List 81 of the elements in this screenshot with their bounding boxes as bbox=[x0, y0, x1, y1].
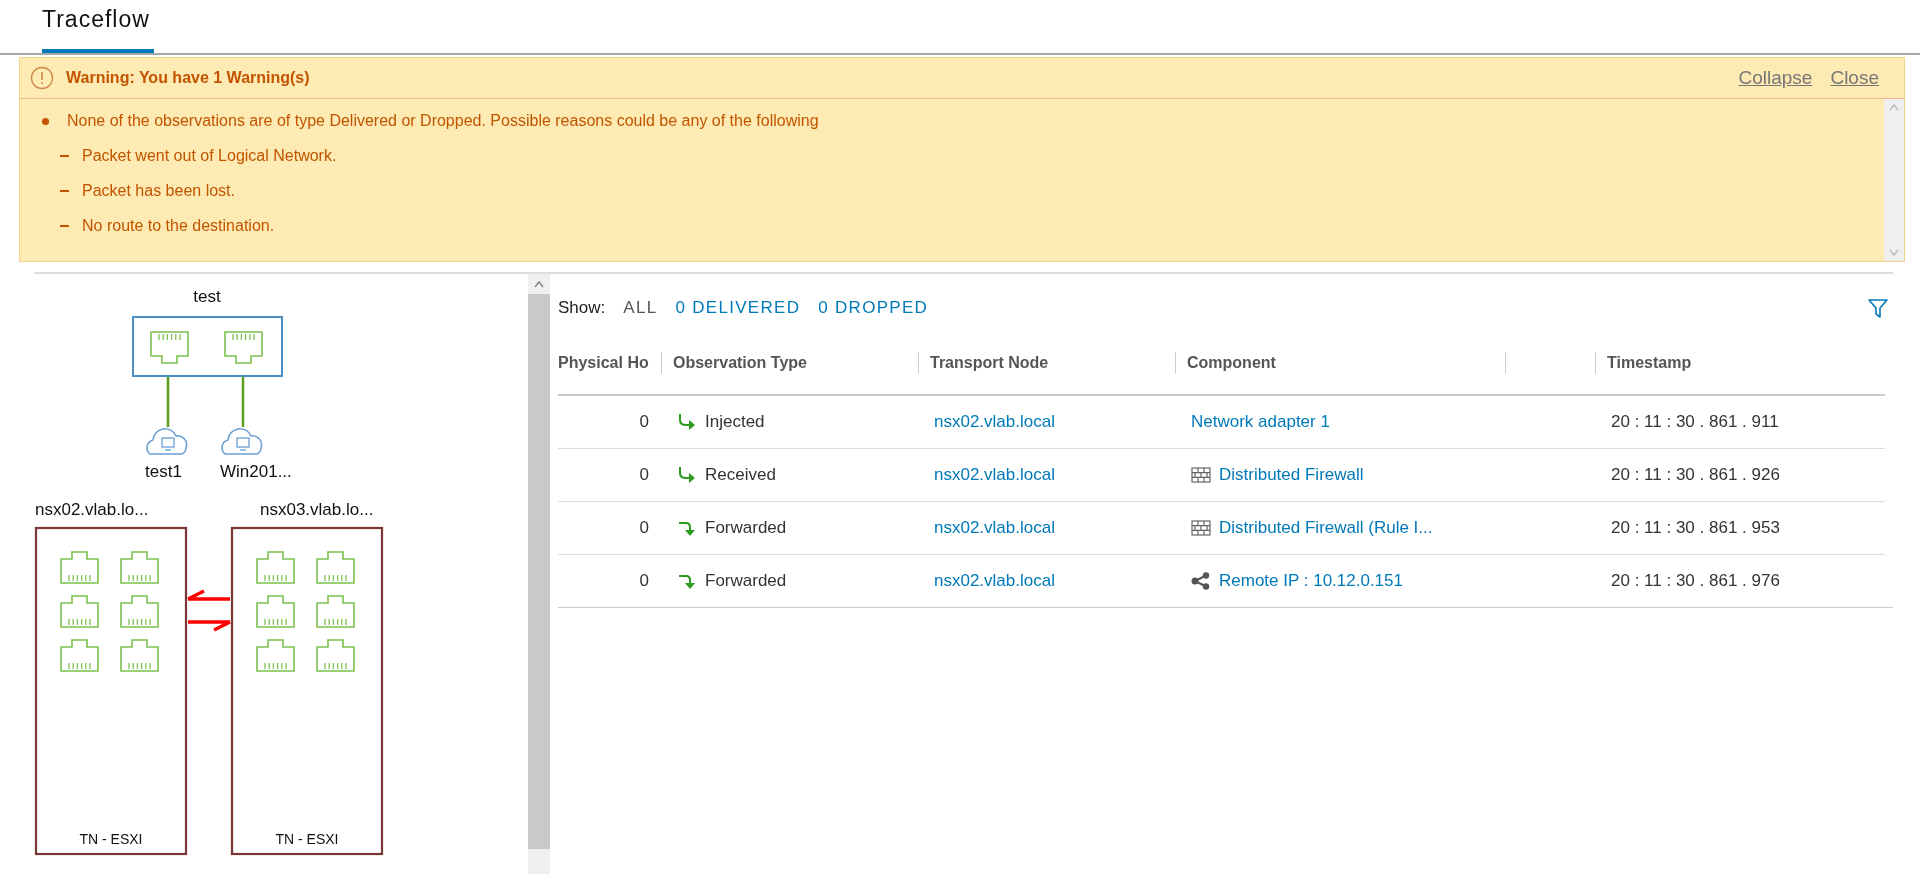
column-header[interactable]: Transport Node bbox=[918, 332, 1175, 396]
table-cell-text: 0 bbox=[638, 411, 650, 433]
transport-node-link[interactable]: nsx02.vlab.local bbox=[934, 518, 1055, 538]
vm-label: Win201... bbox=[220, 462, 292, 481]
component-link[interactable]: Network adapter 1 bbox=[1191, 412, 1330, 432]
observation-type: Injected bbox=[705, 412, 765, 432]
filter-option[interactable]: ALL bbox=[623, 298, 658, 318]
page-tab[interactable]: Traceflow bbox=[42, 0, 154, 53]
scrollbar[interactable] bbox=[1884, 99, 1904, 261]
observation-type: Received bbox=[705, 465, 776, 485]
caret-up-icon bbox=[533, 280, 545, 288]
port-icon bbox=[120, 639, 159, 672]
port-icon bbox=[60, 595, 99, 628]
collapse-link[interactable]: Collapse bbox=[1738, 67, 1813, 89]
segment-label: test bbox=[193, 287, 221, 306]
component-link[interactable]: Distributed Firewall bbox=[1219, 465, 1364, 485]
firewall-icon bbox=[1191, 466, 1211, 484]
warning-reason: No route to the destination. bbox=[82, 217, 275, 235]
port-icon bbox=[316, 639, 355, 672]
port-icon bbox=[150, 331, 189, 364]
dash-icon bbox=[60, 225, 69, 227]
port-icon bbox=[60, 639, 99, 672]
port-icon bbox=[256, 595, 295, 628]
column-header[interactable]: Physical Ho bbox=[558, 332, 661, 396]
component-link[interactable]: Distributed Firewall (Rule I... bbox=[1219, 518, 1433, 538]
share-icon bbox=[1191, 572, 1211, 590]
traffic-arrows-drawing bbox=[186, 589, 232, 632]
port-icon bbox=[120, 595, 159, 628]
warning-reason: Packet went out of Logical Network. bbox=[82, 147, 337, 165]
show-label: Show: bbox=[558, 298, 606, 318]
column-header[interactable]: Timestamp bbox=[1595, 332, 1885, 396]
host-label: nsx03.vlab.lo... bbox=[260, 500, 374, 519]
table-cell: 20 : 11 : 30 . 861 . 976 bbox=[1595, 554, 1885, 607]
port-icon bbox=[60, 551, 99, 584]
warning-icon bbox=[30, 66, 54, 90]
port-icon bbox=[316, 595, 355, 628]
firewall-icon bbox=[1191, 519, 1211, 537]
observation-type: Forwarded bbox=[705, 571, 787, 591]
segment-node[interactable] bbox=[132, 316, 283, 377]
dash-icon bbox=[60, 190, 69, 192]
warning-message: None of the observations are of type Delivered or Dropped. Possible reasons could be any of the following bbox=[67, 112, 819, 130]
warning-title: Warning: You have 1 Warning(s) bbox=[66, 69, 311, 87]
port-icon bbox=[256, 551, 295, 584]
caret-up-icon bbox=[1888, 103, 1900, 111]
host-node[interactable] bbox=[34, 526, 188, 856]
column-header[interactable]: Component bbox=[1175, 332, 1505, 396]
connector-line bbox=[166, 377, 170, 427]
port-icon bbox=[120, 551, 159, 584]
host-node[interactable] bbox=[230, 526, 384, 856]
table-cell: 0 bbox=[558, 501, 661, 554]
transport-node-link[interactable]: nsx02.vlab.local bbox=[934, 412, 1055, 432]
vm-label: test1 bbox=[145, 462, 182, 481]
filter-option[interactable]: 0 DELIVERED bbox=[675, 298, 801, 318]
filter-icon[interactable] bbox=[1867, 297, 1889, 319]
bullet-icon bbox=[42, 117, 49, 125]
caret-down-icon bbox=[1888, 249, 1900, 257]
transport-node-link[interactable]: nsx02.vlab.local bbox=[934, 571, 1055, 591]
component-link[interactable]: Remote IP : 10.12.0.151 bbox=[1219, 571, 1403, 591]
vm-cloud-icon bbox=[221, 428, 263, 455]
turn-right-arrow-icon bbox=[677, 465, 697, 485]
port-icon bbox=[256, 639, 295, 672]
host-label: nsx02.vlab.lo... bbox=[35, 500, 149, 519]
filter-option[interactable]: 0 DROPPED bbox=[818, 298, 929, 318]
table-cell: 0 bbox=[558, 554, 661, 607]
warning-reason: Packet has been lost. bbox=[82, 182, 235, 200]
observation-type: Forwarded bbox=[705, 518, 787, 538]
column-header[interactable]: Observation Type bbox=[661, 332, 918, 396]
host-type-label: TN - ESXI bbox=[79, 831, 143, 847]
vm-cloud-icon bbox=[146, 428, 188, 455]
table-cell: 20 : 11 : 30 . 861 . 953 bbox=[1595, 501, 1885, 554]
turn-right-arrow-icon bbox=[677, 412, 697, 432]
table-cell-text: 20 : 11 : 30 . 861 . 911 bbox=[1610, 411, 1780, 433]
table-cell: 0 bbox=[558, 448, 661, 501]
table-cell: 20 : 11 : 30 . 861 . 926 bbox=[1595, 448, 1885, 501]
dash-icon bbox=[60, 155, 69, 157]
close-link[interactable]: Close bbox=[1830, 67, 1879, 89]
connector-line bbox=[241, 377, 245, 427]
transport-node-link[interactable]: nsx02.vlab.local bbox=[934, 465, 1055, 485]
port-icon bbox=[316, 551, 355, 584]
port-icon bbox=[224, 331, 263, 364]
host-type-label: TN - ESXI bbox=[275, 831, 339, 847]
